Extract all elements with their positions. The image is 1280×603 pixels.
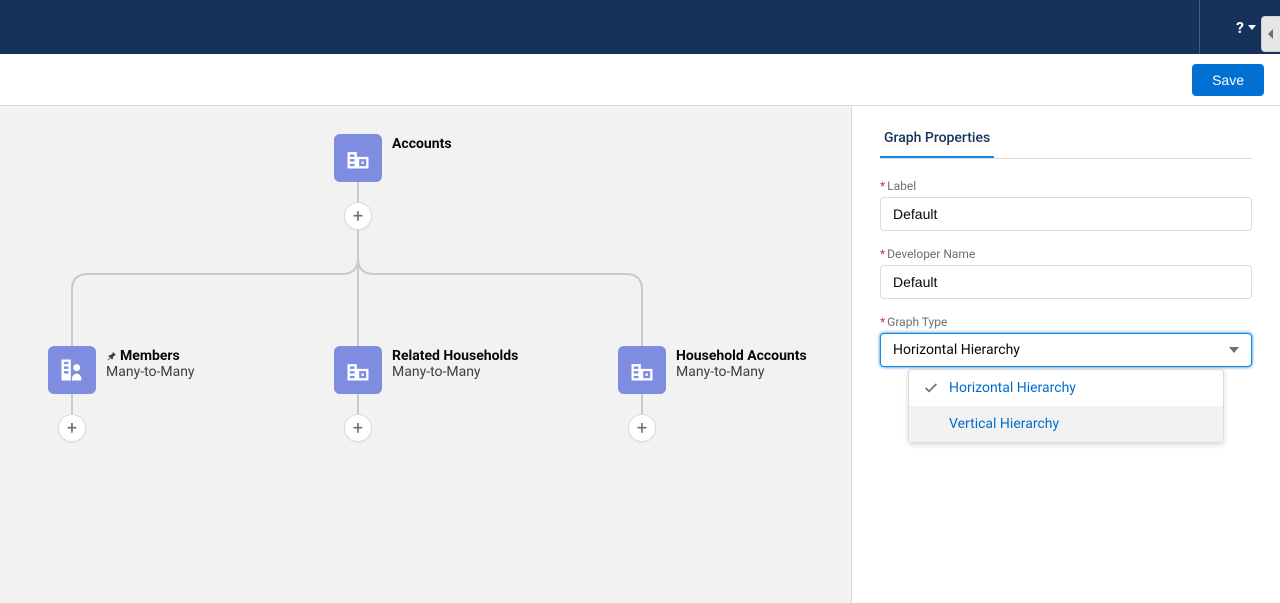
tab-graph-properties[interactable]: Graph Properties bbox=[880, 122, 994, 158]
graph-canvas[interactable]: Accounts + Members bbox=[0, 106, 852, 603]
field-label-text: *Label bbox=[880, 179, 1252, 193]
node-title: Accounts bbox=[392, 136, 452, 152]
connector bbox=[357, 394, 359, 414]
dropdown-option[interactable]: Horizontal Hierarchy bbox=[909, 370, 1223, 406]
chevron-left-icon bbox=[1266, 27, 1276, 41]
account-icon bbox=[334, 134, 382, 182]
chevron-down-icon bbox=[1248, 25, 1256, 30]
node-title: Members bbox=[106, 348, 195, 364]
members-icon bbox=[48, 346, 96, 394]
node-title: Household Accounts bbox=[676, 348, 807, 364]
header-divider bbox=[1199, 0, 1200, 54]
add-child-button[interactable]: + bbox=[58, 414, 86, 442]
label-input[interactable] bbox=[880, 197, 1252, 231]
account-icon bbox=[334, 346, 382, 394]
graph-node-root[interactable]: Accounts bbox=[334, 134, 452, 182]
collapse-panel-button[interactable] bbox=[1261, 16, 1280, 52]
graph-node-child[interactable]: Related Households Many-to-Many bbox=[334, 346, 518, 394]
field-label-text: *Graph Type bbox=[880, 315, 1252, 329]
add-child-button[interactable]: + bbox=[628, 414, 656, 442]
field-developer-name: *Developer Name bbox=[880, 247, 1252, 299]
help-icon: ? bbox=[1236, 18, 1244, 37]
chevron-down-icon bbox=[1229, 347, 1239, 353]
check-icon bbox=[923, 380, 939, 396]
app-header: ? bbox=[0, 0, 1280, 54]
help-button[interactable]: ? bbox=[1236, 18, 1256, 37]
connector-branch bbox=[58, 230, 658, 350]
node-title: Related Households bbox=[392, 348, 518, 364]
graph-node-child[interactable]: Household Accounts Many-to-Many bbox=[618, 346, 807, 394]
graph-type-dropdown: Horizontal Hierarchy Vertical Hierarchy bbox=[908, 369, 1224, 443]
node-subtitle: Many-to-Many bbox=[392, 364, 518, 380]
add-child-button[interactable]: + bbox=[344, 202, 372, 230]
properties-panel: Graph Properties *Label *Developer Name … bbox=[852, 106, 1280, 603]
dropdown-option[interactable]: Vertical Hierarchy bbox=[909, 406, 1223, 442]
toolbar: Save bbox=[0, 54, 1280, 106]
connector bbox=[641, 394, 643, 414]
field-label: *Label bbox=[880, 179, 1252, 231]
tab-bar: Graph Properties bbox=[880, 122, 1252, 159]
account-icon bbox=[618, 346, 666, 394]
graph-type-select[interactable]: Horizontal Hierarchy bbox=[880, 333, 1252, 367]
graph-node-child[interactable]: Members Many-to-Many bbox=[48, 346, 195, 394]
connector bbox=[71, 394, 73, 414]
add-child-button[interactable]: + bbox=[344, 414, 372, 442]
field-graph-type: *Graph Type Horizontal Hierarchy Horizon… bbox=[880, 315, 1252, 367]
pin-icon bbox=[106, 350, 118, 362]
node-subtitle: Many-to-Many bbox=[106, 364, 195, 380]
developer-name-input[interactable] bbox=[880, 265, 1252, 299]
field-label-text: *Developer Name bbox=[880, 247, 1252, 261]
save-button[interactable]: Save bbox=[1192, 64, 1264, 96]
node-subtitle: Many-to-Many bbox=[676, 364, 807, 380]
connector bbox=[357, 182, 359, 204]
